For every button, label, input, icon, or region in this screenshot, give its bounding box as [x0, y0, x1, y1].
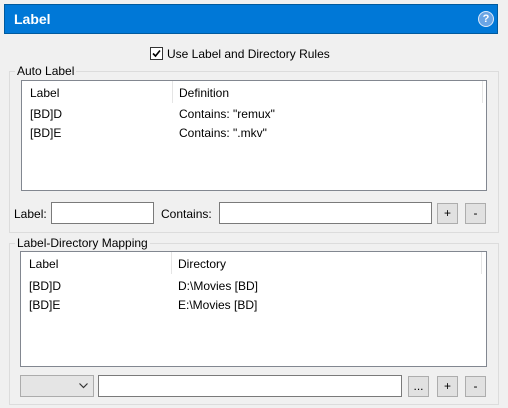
mapping-list[interactable]: Label Directory [BD]D D:\Movies [BD] [BD…	[20, 251, 487, 367]
column-separator[interactable]	[171, 252, 172, 274]
table-row[interactable]: [BD]D D:\Movies [BD]	[21, 277, 486, 296]
row-directory: D:\Movies [BD]	[178, 279, 259, 293]
label-field-caption: Label:	[14, 207, 47, 221]
auto-label-group-title: Auto Label	[15, 64, 77, 78]
contains-input[interactable]	[219, 202, 432, 224]
row-label: [BD]E	[29, 298, 61, 312]
help-icon[interactable]: ?	[478, 11, 494, 27]
add-mapping-button[interactable]: +	[437, 376, 458, 397]
row-definition: Contains: ".mkv"	[179, 126, 267, 140]
column-header-label[interactable]: Label	[29, 257, 58, 271]
column-header-definition[interactable]: Definition	[179, 86, 229, 100]
row-label: [BD]D	[29, 279, 62, 293]
section-title: Label	[14, 11, 51, 27]
table-row[interactable]: [BD]D Contains: "remux"	[22, 105, 486, 124]
browse-button[interactable]: ...	[408, 376, 429, 397]
label-select[interactable]	[20, 375, 94, 397]
remove-mapping-button[interactable]: -	[465, 376, 486, 397]
add-label-button[interactable]: +	[437, 203, 458, 224]
column-header-directory[interactable]: Directory	[178, 257, 226, 271]
column-header-label[interactable]: Label	[30, 86, 59, 100]
table-row[interactable]: [BD]E E:\Movies [BD]	[21, 296, 486, 315]
mapping-list-header: Label Directory	[21, 252, 486, 276]
row-label: [BD]D	[30, 107, 63, 121]
title-bar: Label ?	[4, 4, 498, 34]
directory-input[interactable]	[98, 375, 402, 397]
row-definition: Contains: "remux"	[179, 107, 275, 121]
row-directory: E:\Movies [BD]	[178, 298, 258, 312]
mapping-group-title: Label-Directory Mapping	[15, 236, 150, 250]
contains-field-caption: Contains:	[161, 207, 212, 221]
use-rules-checkbox[interactable]	[150, 47, 163, 60]
column-separator[interactable]	[172, 81, 173, 103]
column-separator[interactable]	[482, 81, 483, 103]
auto-label-list-header: Label Definition	[22, 81, 486, 105]
checkmark-icon	[152, 49, 161, 58]
column-separator[interactable]	[481, 252, 482, 274]
label-input[interactable]	[51, 202, 154, 224]
table-row[interactable]: [BD]E Contains: ".mkv"	[22, 124, 486, 143]
use-rules-label: Use Label and Directory Rules	[167, 47, 330, 61]
row-label: [BD]E	[30, 126, 62, 140]
chevron-down-icon	[79, 383, 88, 389]
auto-label-list[interactable]: Label Definition [BD]D Contains: "remux"…	[21, 80, 487, 191]
remove-label-button[interactable]: -	[465, 203, 486, 224]
